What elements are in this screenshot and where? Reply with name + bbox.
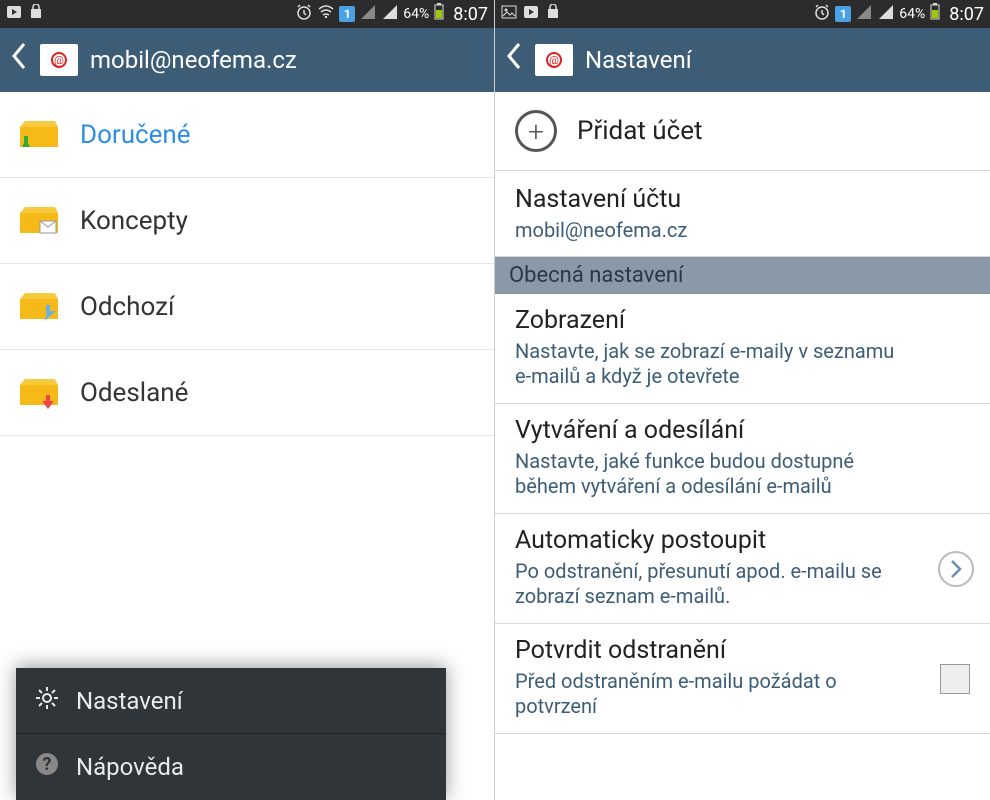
setting-title: Potvrdit odstranění [515,636,970,665]
notif-play-icon [6,4,22,24]
settings-list: + Přidat účet Nastavení účtu mobil@neofe… [495,92,990,800]
status-bar: 1 64% 8:07 [0,0,494,28]
back-icon[interactable] [505,41,523,79]
mail-app-icon: @ [40,44,78,76]
account-settings-item[interactable]: Nastavení účtu mobil@neofema.cz [495,171,990,257]
overflow-menu: Nastavení ? Nápověda [16,668,446,800]
folder-item-sent[interactable]: Odeslané [0,350,494,436]
mail-app-icon: @ [535,44,573,76]
folder-item-drafts[interactable]: Koncepty [0,178,494,264]
folder-label: Odchozí [80,292,174,322]
help-icon: ? [34,751,60,783]
account-settings-title: Nastavení účtu [515,185,970,214]
phone-settings: 1 64% 8:07 @ Nastavení + Přidat účet [495,0,990,800]
battery-icon [929,3,941,25]
setting-item-display[interactable]: Zobrazení Nastavte, jak se zobrazí e-mai… [495,294,990,404]
sim-badge: 1 [835,6,851,22]
svg-text:@: @ [549,54,559,67]
chevron-right-icon[interactable] [938,551,974,587]
battery-percent: 64% [403,6,429,22]
signal-empty-icon [359,3,377,25]
battery-icon [433,3,445,25]
account-settings-sub: mobil@neofema.cz [515,218,970,242]
folder-label: Odeslané [80,378,188,408]
checkbox[interactable] [940,664,970,694]
menu-item-help[interactable]: ? Nápověda [16,734,446,800]
menu-label: Nastavení [76,687,183,715]
folder-label: Doručené [80,120,191,150]
plus-icon: + [515,110,557,152]
folder-sent-icon [18,375,60,411]
app-bar: @ Nastavení [495,28,990,92]
add-account-button[interactable]: + Přidat účet [495,92,990,171]
folder-outbox-icon [18,289,60,325]
svg-text:@: @ [54,54,64,67]
wifi-icon [317,3,335,25]
folder-label: Koncepty [80,206,188,236]
notif-image-icon [501,4,517,24]
folder-inbox-icon [18,117,60,153]
notif-play-icon [523,4,539,24]
setting-sub: Nastavte, jak se zobrazí e-maily v sezna… [515,339,915,389]
menu-label: Nápověda [76,753,184,781]
back-icon[interactable] [10,41,28,79]
status-time: 8:07 [949,4,984,25]
svg-text:?: ? [43,754,52,775]
setting-sub: Před odstraněním e-mailu požádat o potvr… [515,669,915,719]
menu-item-settings[interactable]: Nastavení [16,668,446,734]
battery-percent: 64% [899,6,925,22]
status-bar: 1 64% 8:07 [495,0,990,28]
setting-title: Zobrazení [515,306,970,335]
notif-bag-icon [545,4,561,24]
setting-item-compose[interactable]: Vytváření a odesílání Nastavte, jaké fun… [495,404,990,514]
app-bar: @ mobil@neofema.cz [0,28,494,92]
folder-item-outbox[interactable]: Odchozí [0,264,494,350]
phone-folder-list: 1 64% 8:07 @ mobil@neofema.cz [0,0,495,800]
status-time: 8:07 [453,4,488,25]
page-title: Nastavení [585,46,692,74]
setting-sub: Nastavte, jaké funkce budou dostupné běh… [515,449,915,499]
folder-item-inbox[interactable]: Doručené [0,92,494,178]
setting-item-confirm-delete[interactable]: Potvrdit odstranění Před odstraněním e-m… [495,624,990,734]
section-header-general: Obecná nastavení [495,257,990,294]
gear-icon [34,685,60,717]
setting-title: Automaticky postoupit [515,526,970,555]
sim-badge: 1 [339,6,355,22]
signal-icon [877,3,895,25]
alarm-icon [813,3,831,25]
alarm-icon [295,3,313,25]
add-account-label: Přidat účet [577,116,703,146]
setting-sub: Po odstranění, přesunutí apod. e-mailu s… [515,559,915,609]
setting-title: Vytváření a odesílání [515,416,970,445]
signal-empty-icon [855,3,873,25]
signal-icon [381,3,399,25]
notif-bag-icon [28,4,44,24]
page-title: mobil@neofema.cz [90,46,297,74]
setting-item-auto-advance[interactable]: Automaticky postoupit Po odstranění, pře… [495,514,990,624]
folder-drafts-icon [18,203,60,239]
